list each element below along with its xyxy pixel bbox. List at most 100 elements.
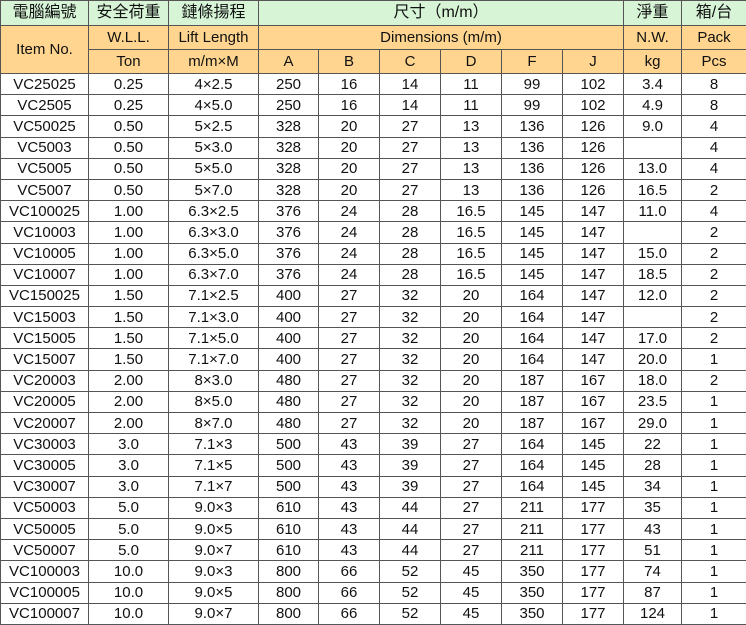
cell-lift-length: 8×7.0 <box>168 411 259 435</box>
cell-dim-a: 250 <box>258 72 319 96</box>
cell-item-no: VC5007 <box>0 178 89 202</box>
cell-pack: 1 <box>681 348 746 371</box>
cell-lift-length: 6.3×5.0 <box>168 242 259 265</box>
cell-dim-a: 376 <box>258 263 319 286</box>
cell-dim-b: 24 <box>318 242 380 265</box>
cell-item-no: VC150025 <box>0 284 89 308</box>
header-dimensions: Dimensions (m/m) <box>257 25 625 50</box>
cell-dim-a: 328 <box>258 136 319 159</box>
cell-lift-length: 9.0×5 <box>168 517 259 541</box>
cell-wll: 1.50 <box>88 348 169 371</box>
cell-dim-j: 147 <box>561 327 625 350</box>
cell-dim-d: 11 <box>440 94 502 117</box>
cell-dim-d: 20 <box>440 306 502 329</box>
cell-item-no: VC20007 <box>0 411 89 435</box>
cell-net-weight: 22 <box>623 433 683 456</box>
cell-dim-c: 32 <box>379 390 441 414</box>
cell-pack: 2 <box>681 178 746 202</box>
cell-dim-c: 28 <box>379 263 441 286</box>
cell-wll: 1.50 <box>88 327 169 350</box>
cell-dim-b: 27 <box>318 369 380 392</box>
cell-lift-length: 6.3×2.5 <box>168 200 259 223</box>
cell-dim-c: 52 <box>379 581 441 604</box>
cell-dim-b: 24 <box>318 221 380 244</box>
cell-pack: 2 <box>681 284 746 308</box>
cell-net-weight: 3.4 <box>623 72 683 96</box>
cell-dim-j: 126 <box>561 136 625 159</box>
cell-wll: 1.00 <box>88 221 169 244</box>
table-row: VC10005 1.00 6.3×5.0 376 24 28 16.5 145 147 15.0 2 <box>0 242 746 265</box>
table-row: VC100007 10.0 9.0×7 800 66 52 45 350 177 124 1 <box>0 602 746 625</box>
cell-lift-length: 9.0×5 <box>168 581 259 604</box>
table-row: VC20003 2.00 8×3.0 480 27 32 20 187 167 18.0 2 <box>0 369 746 392</box>
cell-net-weight: 29.0 <box>623 411 683 435</box>
cell-net-weight: 16.5 <box>623 178 683 202</box>
table-row: VC15007 1.50 7.1×7.0 400 27 32 20 164 147 20.0 1 <box>0 348 746 371</box>
table-row: VC30003 3.0 7.1×3 500 43 39 27 164 145 22 1 <box>0 433 746 456</box>
cell-lift-length: 7.1×7.0 <box>168 348 259 371</box>
header-dim-d: D <box>440 49 502 74</box>
table-row: VC50025 0.50 5×2.5 328 20 27 13 136 126 9.0 4 <box>0 115 746 138</box>
cell-pack: 4 <box>681 200 746 223</box>
cell-dim-j: 126 <box>561 157 625 180</box>
table-row: VC50003 5.0 9.0×3 610 43 44 27 211 177 35 1 <box>0 496 746 519</box>
cell-lift-length: 7.1×3 <box>168 433 259 456</box>
cell-item-no: VC50005 <box>0 517 89 541</box>
header-dim-f: F <box>501 49 563 74</box>
cell-dim-c: 32 <box>379 411 441 435</box>
cell-lift-length: 5×3.0 <box>168 136 259 159</box>
cell-dim-a: 400 <box>258 348 319 371</box>
cell-dim-b: 20 <box>318 136 380 159</box>
cell-pack: 2 <box>681 369 746 392</box>
cell-item-no: VC25025 <box>0 72 89 96</box>
cell-dim-b: 16 <box>318 94 380 117</box>
cell-pack: 8 <box>681 94 746 117</box>
cell-dim-a: 800 <box>258 602 319 625</box>
cell-dim-a: 328 <box>258 178 319 202</box>
cell-wll: 1.00 <box>88 263 169 286</box>
cell-dim-d: 20 <box>440 327 502 350</box>
cell-lift-length: 9.0×7 <box>168 539 259 562</box>
cell-pack: 1 <box>681 433 746 456</box>
cell-dim-d: 27 <box>440 433 502 456</box>
cell-lift-length: 4×5.0 <box>168 94 259 117</box>
cell-dim-j: 126 <box>561 115 625 138</box>
cell-net-weight: 18.5 <box>623 263 683 286</box>
cell-dim-b: 43 <box>318 539 380 562</box>
cell-dim-f: 99 <box>501 94 563 117</box>
cell-item-no: VC10005 <box>0 242 89 265</box>
cell-wll: 1.50 <box>88 284 169 308</box>
cell-dim-b: 43 <box>318 454 380 477</box>
header-pack: Pack <box>681 25 746 50</box>
cell-net-weight: 51 <box>623 539 683 562</box>
cell-dim-a: 500 <box>258 475 319 498</box>
header-dim-a: A <box>258 49 319 74</box>
cell-lift-length: 5×5.0 <box>168 157 259 180</box>
header-pack-unit: Pcs <box>681 49 746 74</box>
cell-dim-f: 164 <box>501 327 563 350</box>
cell-dim-d: 20 <box>440 348 502 371</box>
cell-dim-b: 27 <box>318 411 380 435</box>
cell-pack: 4 <box>681 157 746 180</box>
cell-wll: 1.50 <box>88 306 169 329</box>
table-row: VC30007 3.0 7.1×7 500 43 39 27 164 145 34 1 <box>0 475 746 498</box>
cell-item-no: VC50025 <box>0 115 89 138</box>
cell-wll: 0.25 <box>88 72 169 96</box>
cell-pack: 8 <box>681 72 746 96</box>
cell-dim-f: 350 <box>501 581 563 604</box>
cell-net-weight: 11.0 <box>623 200 683 223</box>
cell-dim-f: 145 <box>501 242 563 265</box>
cell-dim-j: 167 <box>561 369 625 392</box>
cell-net-weight: 15.0 <box>623 242 683 265</box>
cell-dim-b: 20 <box>318 115 380 138</box>
cell-dim-f: 136 <box>501 115 563 138</box>
cell-item-no: VC50007 <box>0 539 89 562</box>
cell-net-weight: 13.0 <box>623 157 683 180</box>
cell-pack: 1 <box>681 602 746 625</box>
cell-pack: 4 <box>681 115 746 138</box>
header-net-weight: N.W. <box>623 25 683 50</box>
cell-pack: 2 <box>681 306 746 329</box>
cell-item-no: VC10007 <box>0 263 89 286</box>
cell-item-no: VC100007 <box>0 602 89 625</box>
cell-dim-b: 27 <box>318 306 380 329</box>
